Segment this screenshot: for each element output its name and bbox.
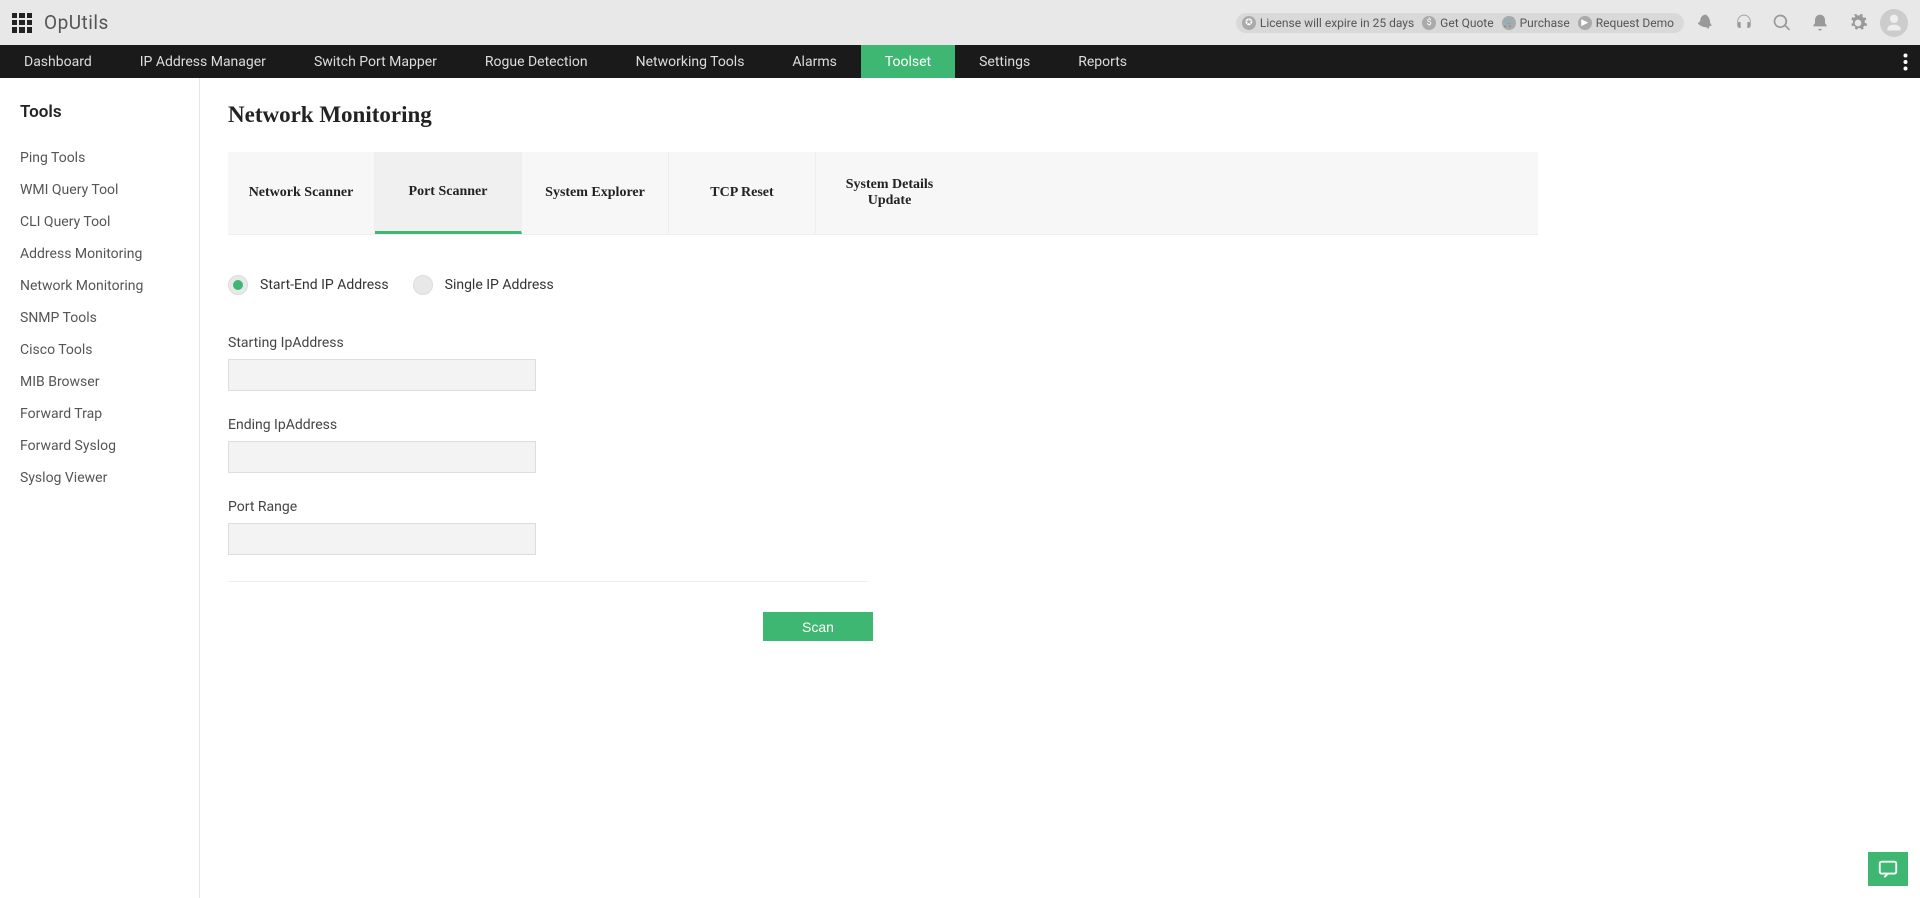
- port-scanner-form: Start-End IP Address Single IP Address S…: [228, 235, 868, 641]
- tab-system-explorer[interactable]: System Explorer: [522, 152, 669, 234]
- headset-icon[interactable]: [1728, 7, 1760, 39]
- sidebar-item-syslog-viewer[interactable]: Syslog Viewer: [20, 462, 199, 494]
- starting-ip-label: Starting IpAddress: [228, 335, 868, 351]
- radio-start-end-ip[interactable]: Start-End IP Address: [228, 275, 389, 295]
- topbar-right: ✪ License will expire in 25 days $ Get Q…: [1236, 7, 1908, 39]
- nav-ip-address-manager[interactable]: IP Address Manager: [116, 45, 290, 78]
- nav-settings[interactable]: Settings: [955, 45, 1054, 78]
- nav-switch-port-mapper[interactable]: Switch Port Mapper: [290, 45, 461, 78]
- body: Tools Ping Tools WMI Query Tool CLI Quer…: [0, 78, 1920, 898]
- tab-port-scanner[interactable]: Port Scanner: [375, 152, 522, 234]
- nav-more-icon[interactable]: [1891, 45, 1920, 78]
- main-content: Network Monitoring Network Scanner Port …: [200, 78, 1920, 898]
- radio-start-end-label: Start-End IP Address: [260, 277, 389, 293]
- radio-single-ip[interactable]: Single IP Address: [413, 275, 554, 295]
- rocket-icon[interactable]: [1690, 7, 1722, 39]
- play-icon: ▶: [1578, 16, 1592, 30]
- tab-system-details-update[interactable]: System Details Update: [816, 152, 963, 234]
- user-avatar[interactable]: [1880, 9, 1908, 37]
- sidebar-item-wmi-query-tool[interactable]: WMI Query Tool: [20, 174, 199, 206]
- gear-icon[interactable]: [1842, 7, 1874, 39]
- purchase-link[interactable]: 🛒 Purchase: [1502, 16, 1570, 30]
- request-demo-text: Request Demo: [1596, 16, 1674, 30]
- nav-toolset[interactable]: Toolset: [861, 45, 955, 78]
- nav-networking-tools[interactable]: Networking Tools: [612, 45, 769, 78]
- radio-icon: [413, 275, 433, 295]
- starting-ip-field: Starting IpAddress: [228, 335, 868, 391]
- form-divider: [228, 581, 868, 582]
- sidebar: Tools Ping Tools WMI Query Tool CLI Quer…: [0, 78, 200, 898]
- sidebar-item-forward-trap[interactable]: Forward Trap: [20, 398, 199, 430]
- radio-icon: [228, 275, 248, 295]
- ip-mode-radio-group: Start-End IP Address Single IP Address: [228, 275, 868, 295]
- purchase-text: Purchase: [1520, 16, 1570, 30]
- port-range-input[interactable]: [228, 523, 536, 555]
- port-range-field: Port Range: [228, 499, 868, 555]
- request-demo-link[interactable]: ▶ Request Demo: [1578, 16, 1674, 30]
- sidebar-item-ping-tools[interactable]: Ping Tools: [20, 142, 199, 174]
- port-range-label: Port Range: [228, 499, 868, 515]
- search-icon[interactable]: [1766, 7, 1798, 39]
- tab-tcp-reset[interactable]: TCP Reset: [669, 152, 816, 234]
- bell-icon[interactable]: [1804, 7, 1836, 39]
- license-expire[interactable]: ✪ License will expire in 25 days: [1242, 16, 1414, 30]
- cart-icon: 🛒: [1502, 16, 1516, 30]
- ending-ip-label: Ending IpAddress: [228, 417, 868, 433]
- nav-reports[interactable]: Reports: [1054, 45, 1151, 78]
- tab-network-scanner[interactable]: Network Scanner: [228, 152, 375, 234]
- sidebar-item-snmp-tools[interactable]: SNMP Tools: [20, 302, 199, 334]
- chat-float-button[interactable]: [1868, 852, 1908, 886]
- radio-single-label: Single IP Address: [445, 277, 554, 293]
- ending-ip-input[interactable]: [228, 441, 536, 473]
- sidebar-item-network-monitoring[interactable]: Network Monitoring: [20, 270, 199, 302]
- tabs: Network Scanner Port Scanner System Expl…: [228, 152, 1538, 235]
- main-nav: Dashboard IP Address Manager Switch Port…: [0, 45, 1920, 78]
- sidebar-item-cli-query-tool[interactable]: CLI Query Tool: [20, 206, 199, 238]
- nav-dashboard[interactable]: Dashboard: [0, 45, 116, 78]
- sidebar-item-forward-syslog[interactable]: Forward Syslog: [20, 430, 199, 462]
- brand-title: OpUtils: [44, 11, 109, 34]
- ending-ip-field: Ending IpAddress: [228, 417, 868, 473]
- topbar: OpUtils ✪ License will expire in 25 days…: [0, 0, 1920, 45]
- page-title: Network Monitoring: [228, 102, 1892, 128]
- nav-alarms[interactable]: Alarms: [768, 45, 860, 78]
- starting-ip-input[interactable]: [228, 359, 536, 391]
- nav-rogue-detection[interactable]: Rogue Detection: [461, 45, 612, 78]
- sidebar-item-mib-browser[interactable]: MIB Browser: [20, 366, 199, 398]
- scan-button[interactable]: Scan: [763, 612, 873, 641]
- dollar-icon: $: [1422, 16, 1436, 30]
- sidebar-title: Tools: [20, 102, 199, 122]
- get-quote-text: Get Quote: [1440, 16, 1493, 30]
- license-pill: ✪ License will expire in 25 days $ Get Q…: [1236, 13, 1684, 33]
- apps-grid-icon[interactable]: [12, 13, 32, 33]
- license-expire-text: License will expire in 25 days: [1260, 16, 1414, 30]
- badge-icon: ✪: [1242, 16, 1256, 30]
- sidebar-item-address-monitoring[interactable]: Address Monitoring: [20, 238, 199, 270]
- get-quote-link[interactable]: $ Get Quote: [1422, 16, 1493, 30]
- sidebar-item-cisco-tools[interactable]: Cisco Tools: [20, 334, 199, 366]
